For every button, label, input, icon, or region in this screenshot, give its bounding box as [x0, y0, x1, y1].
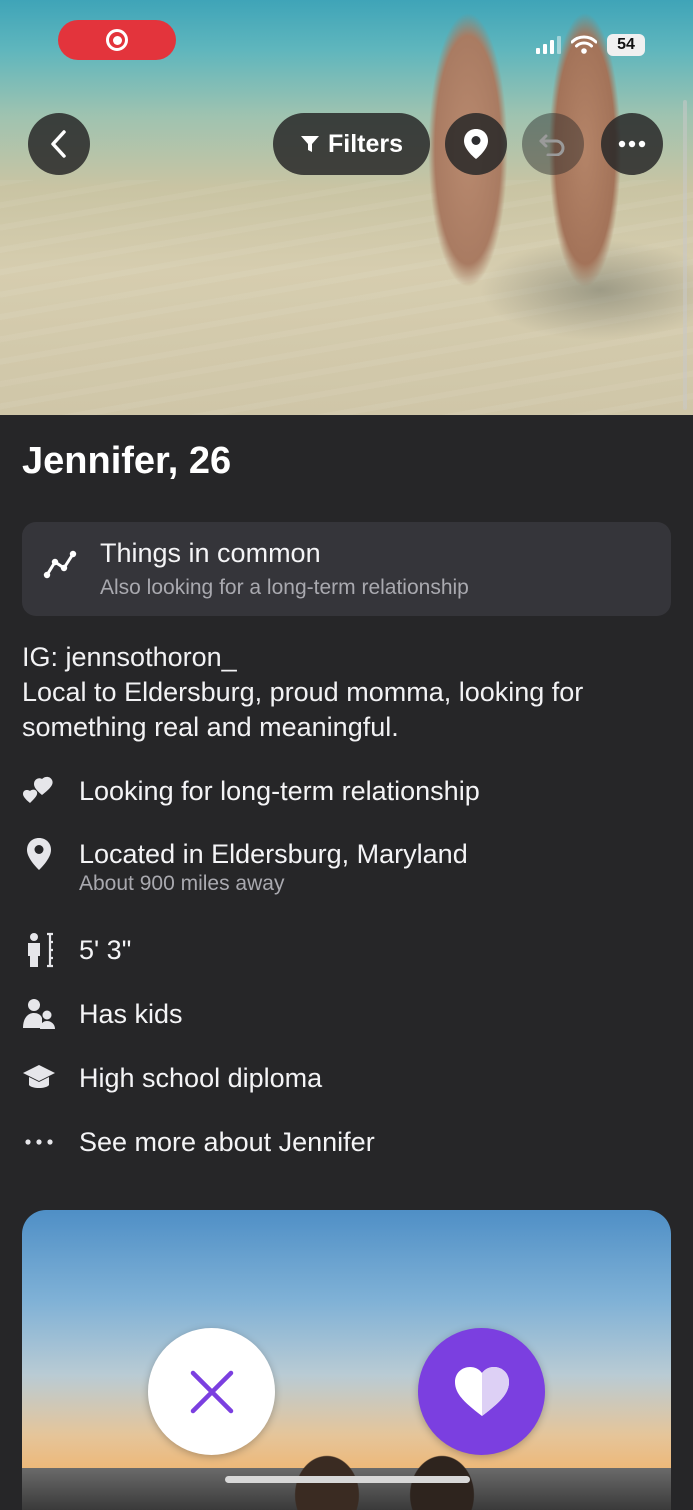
close-x-icon [190, 1370, 233, 1413]
detail-relationship-goal: Looking for long-term relationship [22, 774, 480, 808]
back-button[interactable] [28, 113, 90, 175]
detail-text: Has kids [79, 999, 183, 1029]
detail-text: Located in Eldersburg, Maryland [79, 839, 468, 869]
profile-name-age: Jennifer, 26 [22, 440, 232, 482]
battery-icon: 54 [607, 34, 645, 56]
pass-button[interactable] [148, 1328, 275, 1455]
location-button[interactable] [445, 113, 507, 175]
undo-button[interactable] [522, 113, 584, 175]
profile-photo-main[interactable] [0, 0, 693, 415]
detail-distance: About 900 miles away [79, 872, 285, 895]
bio-line: IG: jennsothoron_ [22, 642, 237, 672]
screen-recording-indicator[interactable] [58, 20, 176, 60]
screen-record-icon [106, 29, 128, 51]
profile-photo-secondary[interactable] [22, 1210, 671, 1510]
detail-text: 5' 3" [79, 935, 132, 965]
height-icon [22, 932, 56, 968]
heart-icon [454, 1366, 509, 1416]
things-in-common-card[interactable]: Things in common Also looking for a long… [22, 522, 671, 616]
common-subtitle: Also looking for a long-term relationshi… [100, 576, 469, 599]
graph-line-icon [43, 550, 77, 579]
battery-level: 54 [617, 36, 635, 53]
chevron-left-icon [51, 130, 66, 158]
like-button[interactable] [418, 1328, 545, 1455]
ellipsis-icon [22, 1125, 56, 1159]
detail-education: High school diploma [22, 1061, 322, 1095]
detail-height: 5' 3" [22, 932, 132, 968]
bio-line: Local to Eldersburg, proud momma, lookin… [22, 677, 584, 707]
hearts-icon [22, 774, 56, 808]
filters-label: Filters [327, 129, 404, 158]
bio-line: something real and meaningful. [22, 712, 399, 742]
detail-text: Looking for long-term relationship [79, 776, 480, 806]
filters-button[interactable]: Filters [273, 113, 430, 175]
location-pin-icon [22, 837, 56, 871]
status-icons: 54 [536, 34, 645, 56]
see-more-label: See more about Jennifer [79, 1127, 375, 1157]
detail-location: Located in Eldersburg, Maryland About 90… [22, 837, 468, 897]
location-pin-icon [464, 129, 488, 159]
home-indicator[interactable] [225, 1476, 470, 1483]
more-horizontal-icon [618, 140, 646, 148]
profile-bio: IG: jennsothoron_ Local to Eldersburg, p… [22, 640, 672, 745]
undo-icon [539, 134, 565, 156]
see-more-button[interactable]: See more about Jennifer [22, 1125, 375, 1159]
graduation-cap-icon [22, 1061, 56, 1095]
detail-kids: Has kids [22, 997, 183, 1031]
more-options-button[interactable] [601, 113, 663, 175]
common-title: Things in common [100, 538, 321, 568]
detail-text: High school diploma [79, 1063, 323, 1093]
scrollbar[interactable] [683, 100, 687, 410]
signal-icon [536, 36, 561, 54]
kids-icon [22, 997, 56, 1031]
filter-icon [300, 136, 319, 152]
wifi-icon [571, 35, 597, 54]
